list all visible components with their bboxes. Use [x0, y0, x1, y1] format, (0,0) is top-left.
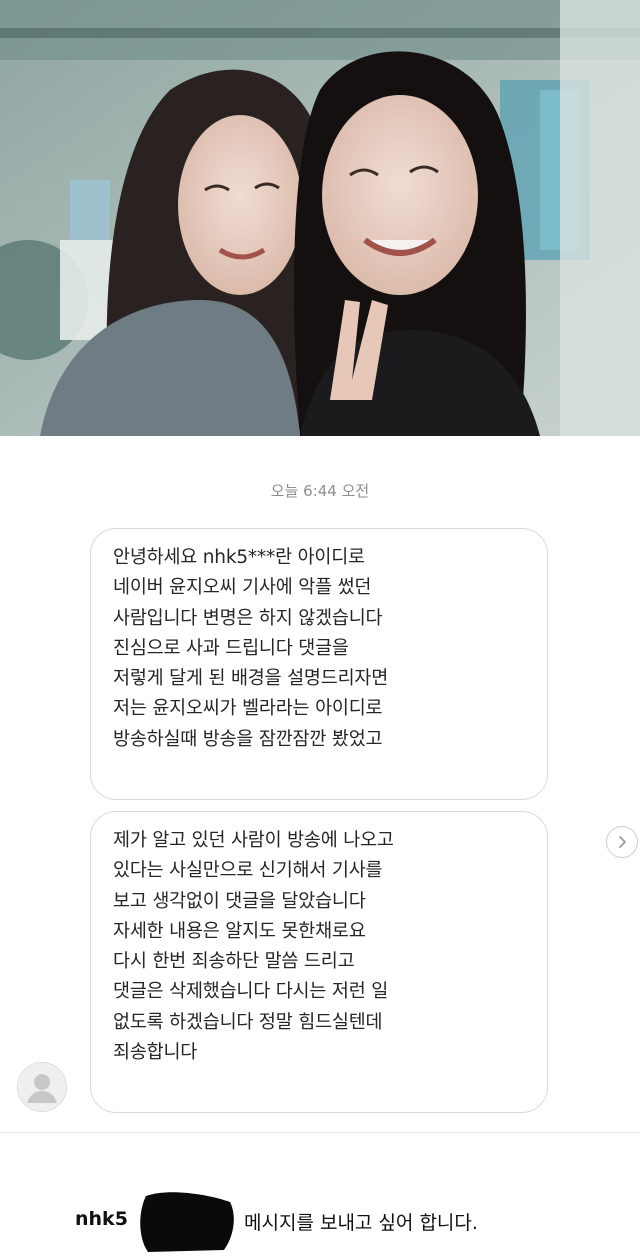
message-line: 안녕하세요 nhk5***란 아이디로 — [113, 547, 365, 568]
message-line: 진심으로 사과 드립니다 댓글을 — [113, 637, 349, 659]
message-line: 보고 생각없이 댓글을 달았습니다 — [113, 890, 366, 912]
message-line: 없도록 하겠습니다 정말 힘드실텐데 — [113, 1011, 383, 1033]
message-line: 제가 알고 있던 사람이 방송에 나오고 — [113, 830, 394, 851]
message-line: 댓글은 삭제했습니다 다시는 저런 일 — [113, 981, 389, 1003]
message-timestamp: 오늘 6:44 오전 — [270, 482, 370, 500]
request-message-text: 메시지를 보내고 싶어 합니다. — [244, 1212, 478, 1234]
message-line: 저렇게 달게 된 배경을 설명드리자면 — [113, 668, 389, 690]
redaction-mark — [138, 1192, 236, 1252]
message-line: 네이버 윤지오씨 기사에 악플 썼던 — [113, 577, 372, 599]
message-line: 저는 윤지오씨가 벨라라는 아이디로 — [113, 698, 383, 720]
sender-avatar[interactable] — [17, 1062, 67, 1112]
message-bubble[interactable]: 제가 알고 있던 사람이 방송에 나오고 있다는 사실만으로 신기해서 기사를 … — [90, 811, 548, 1113]
message-line: 있다는 사실만으로 신기해서 기사를 — [113, 860, 383, 882]
chevron-right-icon[interactable] — [606, 826, 638, 858]
default-avatar-icon — [18, 1063, 66, 1111]
message-line: 다시 한번 죄송하단 말씀 드리고 — [113, 951, 355, 973]
photo-image — [0, 0, 640, 436]
message-line: 사람입니다 변명은 하지 않겠습니다 — [113, 607, 383, 629]
message-bubble[interactable]: 안녕하세요 nhk5***란 아이디로 네이버 윤지오씨 기사에 악플 썼던 사… — [90, 528, 548, 800]
message-line: 방송하실때 방송을 잠깐잠깐 봤었고 — [113, 728, 383, 750]
message-line: 자세한 내용은 알지도 못한채로요 — [113, 920, 366, 942]
shared-photo[interactable] — [0, 0, 640, 436]
requester-username[interactable]: nhk5 — [75, 1208, 128, 1230]
message-line: 죄송합니다 — [113, 1042, 198, 1064]
